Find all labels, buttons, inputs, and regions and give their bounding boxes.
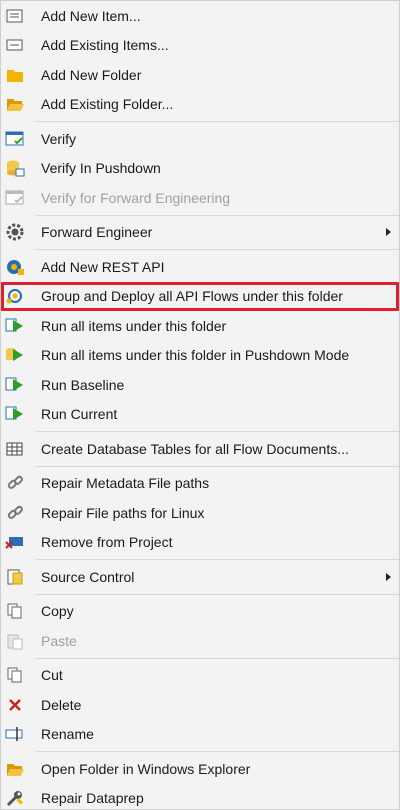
menu-separator xyxy=(35,559,399,560)
menu-item-group-and-deploy-api-flows[interactable]: Group and Deploy all API Flows under thi… xyxy=(1,281,399,311)
menu-item-add-new-item[interactable]: Add New Item... xyxy=(1,1,399,31)
menu-item-cut[interactable]: Cut xyxy=(1,661,399,691)
table-icon xyxy=(5,439,25,459)
menu-item-label: Open Folder in Windows Explorer xyxy=(41,760,251,777)
rest-api-icon xyxy=(5,257,25,277)
verify-icon xyxy=(5,129,25,149)
menu-item-label: Add New REST API xyxy=(41,258,165,275)
menu-item-open-folder-in-explorer[interactable]: Open Folder in Windows Explorer xyxy=(1,754,399,784)
menu-separator xyxy=(35,465,399,467)
menu-separator xyxy=(35,657,399,659)
menu-item-create-database-tables[interactable]: Create Database Tables for all Flow Docu… xyxy=(1,434,399,464)
menu-item-label: Delete xyxy=(41,696,82,713)
menu-item-label: Verify xyxy=(41,130,77,147)
gear-icon xyxy=(5,222,25,242)
menu-item-verify-in-pushdown[interactable]: Verify In Pushdown xyxy=(1,154,399,184)
menu-item-paste: Paste xyxy=(1,626,399,656)
menu-item-label: Run Baseline xyxy=(41,376,125,393)
add-new-item-icon xyxy=(5,6,25,26)
menu-item-label: Group and Deploy all API Flows under thi… xyxy=(41,288,343,305)
run-all-icon xyxy=(5,316,25,336)
menu-item-label: Create Database Tables for all Flow Docu… xyxy=(41,440,349,457)
menu-item-rename[interactable]: Rename xyxy=(1,720,399,750)
menu-item-add-existing-items[interactable]: Add Existing Items... xyxy=(1,31,399,61)
menu-item-label: Remove from Project xyxy=(41,534,173,551)
link-icon xyxy=(5,473,25,493)
menu-item-label: Run Current xyxy=(41,406,118,423)
verify-pushdown-icon xyxy=(5,158,25,178)
menu-item-delete[interactable]: Delete xyxy=(1,690,399,720)
menu-item-remove-from-project[interactable]: Remove from Project xyxy=(1,528,399,558)
run-current-icon xyxy=(5,404,25,424)
menu-item-add-existing-folder[interactable]: Add Existing Folder... xyxy=(1,90,399,120)
menu-item-label: Forward Engineer xyxy=(41,224,153,241)
rename-icon xyxy=(5,724,25,744)
menu-separator xyxy=(35,431,399,432)
menu-item-verify[interactable]: Verify xyxy=(1,124,399,154)
menu-separator xyxy=(35,249,399,250)
menu-item-label: Paste xyxy=(41,632,77,649)
menu-item-label: Add New Folder xyxy=(41,66,142,83)
submenu-arrow-icon xyxy=(386,228,391,237)
menu-item-run-current[interactable]: Run Current xyxy=(1,400,399,430)
menu-item-label: Source Control xyxy=(41,568,135,585)
menu-item-label: Rename xyxy=(41,726,94,743)
menu-item-label: Add Existing Folder... xyxy=(41,96,174,113)
menu-separator xyxy=(35,751,399,752)
explorer-folder-icon xyxy=(5,759,25,779)
menu-item-add-new-folder[interactable]: Add New Folder xyxy=(1,60,399,90)
add-existing-items-icon xyxy=(5,35,25,55)
menu-item-label: Repair File paths for Linux xyxy=(41,504,205,521)
menu-item-forward-engineer[interactable]: Forward Engineer xyxy=(1,218,399,248)
delete-icon xyxy=(5,695,25,715)
run-pushdown-icon xyxy=(5,345,25,365)
menu-item-copy[interactable]: Copy xyxy=(1,597,399,627)
menu-item-label: Repair Metadata File paths xyxy=(41,475,210,492)
copy-icon xyxy=(5,601,25,621)
menu-item-label: Run all items under this folder xyxy=(41,317,227,334)
menu-item-run-all-items-pushdown[interactable]: Run all items under this folder in Pushd… xyxy=(1,341,399,371)
new-folder-icon xyxy=(5,65,25,85)
menu-item-repair-file-paths-linux[interactable]: Repair File paths for Linux xyxy=(1,498,399,528)
verify-forward-icon xyxy=(5,188,25,208)
menu-item-repair-metadata-file-paths[interactable]: Repair Metadata File paths xyxy=(1,469,399,499)
menu-item-label: Cut xyxy=(41,667,63,684)
menu-item-repair-dataprep[interactable]: Repair Dataprep xyxy=(1,784,399,810)
menu-separator xyxy=(35,121,399,122)
menu-item-label: Verify for Forward Engineering xyxy=(41,189,231,206)
paste-icon xyxy=(5,631,25,651)
menu-item-run-baseline[interactable]: Run Baseline xyxy=(1,370,399,400)
menu-item-add-new-rest-api[interactable]: Add New REST API xyxy=(1,252,399,282)
cut-icon xyxy=(5,665,25,685)
wrench-icon xyxy=(5,788,25,808)
menu-item-label: Add Existing Items... xyxy=(41,37,169,54)
menu-item-label: Verify In Pushdown xyxy=(41,160,161,177)
menu-item-source-control[interactable]: Source Control xyxy=(1,562,399,592)
menu-item-run-all-items[interactable]: Run all items under this folder xyxy=(1,311,399,341)
menu-separator xyxy=(35,593,399,595)
link-icon xyxy=(5,503,25,523)
run-baseline-icon xyxy=(5,375,25,395)
menu-separator xyxy=(35,214,399,216)
open-folder-icon xyxy=(5,94,25,114)
deploy-flows-icon xyxy=(5,286,25,306)
menu-item-label: Repair Dataprep xyxy=(41,790,144,807)
menu-item-label: Copy xyxy=(41,603,74,620)
source-control-icon xyxy=(5,567,25,587)
submenu-arrow-icon xyxy=(386,572,391,581)
context-menu: Add New Item... Add Existing Items... Ad… xyxy=(0,0,400,810)
menu-item-verify-for-forward-engineering: Verify for Forward Engineering xyxy=(1,183,399,213)
menu-item-label: Add New Item... xyxy=(41,7,141,24)
remove-icon xyxy=(5,532,25,552)
menu-item-label: Run all items under this folder in Pushd… xyxy=(41,347,350,364)
